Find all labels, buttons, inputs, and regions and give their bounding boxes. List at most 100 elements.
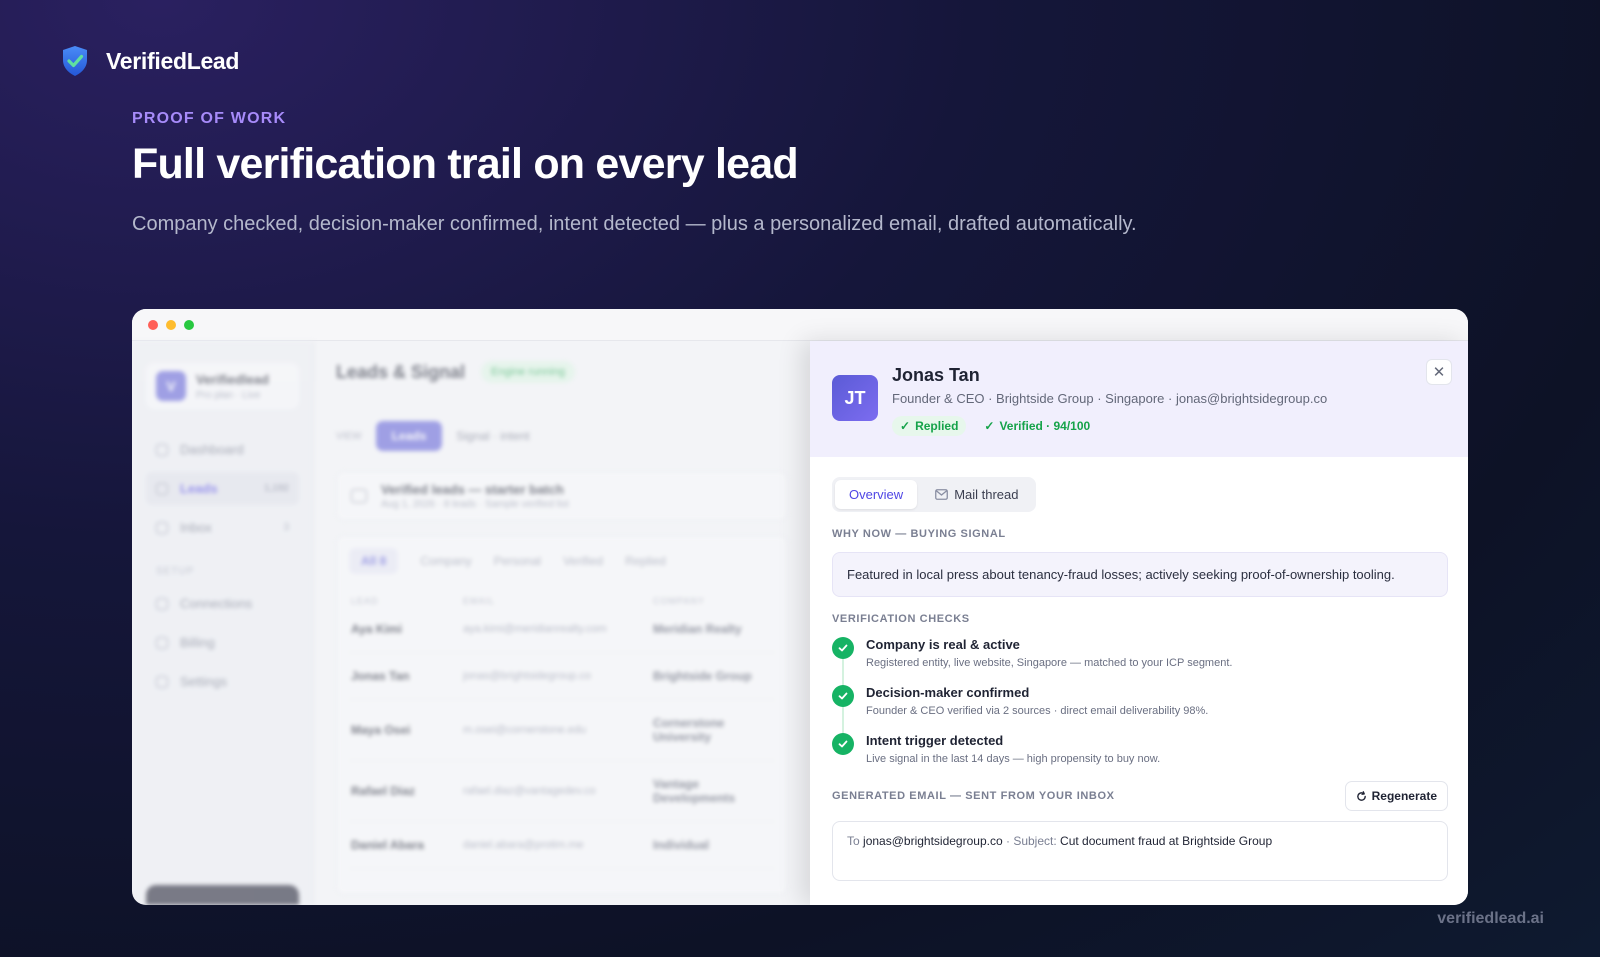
page-subtitle: Company checked, decision-maker confirme… (132, 213, 1137, 235)
view-tab-signal[interactable]: Signal · intent (456, 429, 529, 443)
table-row[interactable]: Jonas Tan jonas@brightsidegroup.co Brigh… (349, 653, 775, 700)
sidebar-item-dashboard[interactable]: Dashboard (146, 433, 299, 466)
leads-table: All 8 Company Personal Verified Replied … (336, 535, 788, 895)
filter-company[interactable]: Company (420, 554, 471, 568)
sidebar-item-billing[interactable]: Billing (146, 626, 299, 659)
why-now-label: WHY NOW — BUYING SIGNAL (832, 528, 1006, 540)
workspace-plan: Pro plan · Live (196, 389, 261, 401)
sidebar-item-label: Inbox (180, 520, 212, 535)
filter-tabs: All 8 Company Personal Verified Replied (349, 548, 775, 574)
window-titlebar (132, 309, 1468, 341)
check-item: Intent trigger detected Live signal in t… (832, 733, 1448, 765)
tab-label: Mail thread (954, 487, 1019, 502)
email-to-label: To (847, 834, 860, 848)
drawer-tabs: Overview Mail thread (832, 477, 1036, 512)
lead-name-cell: Jonas Tan (351, 669, 410, 683)
check-title: Company is real & active (866, 637, 1020, 652)
footer-url: verifiedlead.ai (1437, 910, 1544, 927)
inbox-icon (156, 521, 168, 534)
close-window-dot[interactable] (148, 319, 158, 330)
check-icon: ✓ (984, 419, 995, 433)
plug-icon (156, 597, 168, 610)
filter-personal[interactable]: Personal (494, 554, 541, 568)
mail-icon (935, 489, 949, 500)
close-button[interactable]: ✕ (1426, 359, 1452, 385)
sidebar-item-inbox[interactable]: Inbox 3 (146, 511, 299, 544)
view-tab-leads[interactable]: Leads (375, 421, 443, 451)
check-item: Decision-maker confirmed Founder & CEO v… (832, 685, 1448, 747)
regenerate-button[interactable]: Regenerate (1344, 781, 1448, 811)
table-header: LEAD EMAIL COMPANY (349, 596, 775, 606)
lead-name-cell: Aya Kimi (351, 622, 402, 636)
page-title: Full verification trail on every lead (132, 140, 799, 188)
check-icon: ✓ (900, 419, 911, 433)
regenerate-label: Regenerate (1371, 789, 1437, 803)
table-row[interactable]: Daniel Abara daniel.abara@protim.me Indi… (349, 822, 775, 869)
close-icon: ✕ (1432, 364, 1446, 381)
minimize-window-dot[interactable] (166, 319, 176, 330)
leads-app-background: V Verifiedlead Pro plan · Live Dashboard… (132, 341, 810, 905)
generated-email-label: GENERATED EMAIL — SENT FROM YOUR INBOX (832, 790, 1115, 802)
batch-card[interactable]: Verified leads — starter batch Aug 1, 20… (336, 471, 788, 521)
table-row[interactable]: Rafael Diaz rafael.diaz@vantagedev.co Va… (349, 761, 775, 822)
filter-all[interactable]: All 8 (349, 548, 399, 574)
brand-name: VerifiedLead (106, 47, 240, 74)
lead-company-cell: Brightside Group (653, 669, 752, 683)
sidebar-cta[interactable] (146, 885, 299, 905)
table-row[interactable]: Maya Osei m.osei@cornerstone.edu Corners… (349, 700, 775, 761)
batch-title: Verified leads — starter batch (381, 482, 564, 497)
status-badge-label: Replied (915, 419, 959, 433)
lead-email-cell: aya.kimi@meridianrealty.com (463, 623, 607, 635)
column-header[interactable]: COMPANY (653, 596, 773, 606)
view-switcher: VIEW Leads Signal · intent (336, 421, 788, 451)
email-subject-label: · Subject: (1005, 834, 1057, 848)
sidebar-item-label: Leads (180, 481, 218, 496)
check-item: Company is real & active Registered enti… (832, 637, 1448, 699)
tab-overview[interactable]: Overview (835, 480, 918, 509)
sidebar-section-label: SETUP (156, 566, 195, 577)
verification-checks: Company is real & active Registered enti… (832, 637, 1448, 765)
lead-name-cell: Maya Osei (351, 723, 411, 737)
lead-name-cell: Rafael Diaz (351, 784, 416, 798)
workspace-name: Verifiedlead (196, 371, 269, 387)
main-title: Leads & Signal (336, 361, 466, 382)
lead-email-cell: jonas@brightsidegroup.co (463, 670, 591, 682)
home-icon (156, 443, 168, 456)
sidebar-item-settings[interactable]: Settings (146, 665, 299, 698)
drawer-body: Overview Mail thread WHY NOW — BUYING SI… (810, 457, 1468, 881)
column-header[interactable]: LEAD (351, 596, 463, 606)
filter-replied[interactable]: Replied (625, 554, 666, 568)
view-label: VIEW (336, 430, 362, 442)
sidebar-item-label: Dashboard (180, 442, 244, 457)
users-icon (156, 482, 168, 495)
status-badge-verified: ✓ Verified · 94/100 (984, 416, 1090, 436)
engine-status-badge: Engine running (481, 361, 576, 383)
lead-name-cell: Daniel Abara (351, 838, 424, 852)
maximize-window-dot[interactable] (184, 319, 194, 330)
check-description: Founder & CEO verified via 2 sources · d… (866, 705, 1209, 717)
buying-signal: Featured in local press about tenancy-fr… (832, 552, 1448, 597)
main-content: Leads & Signal Engine running VIEW Leads… (314, 341, 810, 905)
sidebar-item-connections[interactable]: Connections (146, 587, 299, 620)
sidebar-item-label: Connections (180, 596, 253, 611)
sidebar-nav: Dashboard Leads 1,192 Inbox 3 SETUP Conn… (146, 433, 299, 698)
card-icon (156, 636, 168, 649)
table-row[interactable]: Aya Kimi aya.kimi@meridianrealty.com Mer… (349, 606, 775, 653)
lead-meta: Founder & CEO · Brightside Group · Singa… (892, 391, 1328, 406)
avatar: JT (832, 375, 878, 421)
sidebar-item-label: Settings (180, 674, 227, 689)
count-badge: 3 (283, 522, 289, 533)
email-preview[interactable]: To jonas@brightsidegroup.co · Subject: C… (832, 821, 1448, 881)
tab-mail-thread[interactable]: Mail thread (921, 480, 1032, 509)
app-window: V Verifiedlead Pro plan · Live Dashboard… (132, 309, 1468, 905)
filter-verified[interactable]: Verified (563, 554, 603, 568)
batch-subtitle: Aug 1, 2026 · 8 leads · Sample verified … (381, 499, 569, 510)
check-circle-icon (832, 637, 854, 659)
check-title: Decision-maker confirmed (866, 685, 1030, 700)
workspace-switcher[interactable]: V Verifiedlead Pro plan · Live (146, 363, 299, 409)
sidebar-item-leads[interactable]: Leads 1,192 (146, 472, 299, 505)
brand-logo: VerifiedLead (60, 44, 239, 78)
column-header[interactable]: EMAIL (463, 596, 653, 606)
lead-email-cell: daniel.abara@protim.me (463, 839, 584, 851)
lead-detail-drawer: JT Jonas Tan Founder & CEO · Brightside … (810, 341, 1468, 905)
